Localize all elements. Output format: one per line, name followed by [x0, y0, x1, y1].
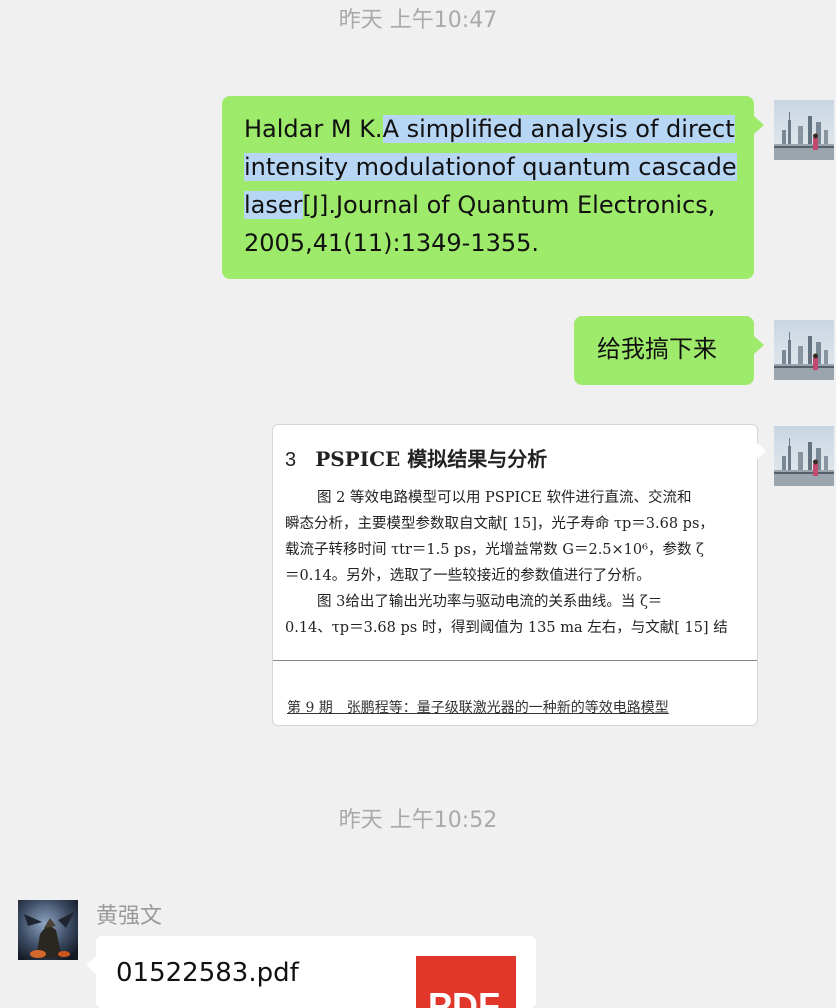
image-footer: 第 9 期 张鹏程等：量子级联激光器的一种新的等效电路模型: [287, 700, 669, 716]
paragraph-line: 图 2 等效电路模型可以用 PSPICE 软件进行直流、交流和: [317, 490, 692, 506]
paragraph-line: 图 3给出了输出光功率与驱动电流的关系曲线。当 ζ＝: [317, 594, 663, 610]
own-avatar[interactable]: [774, 320, 834, 380]
own-avatar[interactable]: [774, 426, 834, 486]
image-paragraph: 图 2 等效电路模型可以用 PSPICE 软件进行直流、交流和 瞬态分析，主要模…: [285, 485, 747, 641]
sender-avatar[interactable]: [18, 900, 78, 960]
selected-text: A simplified analysis of direct: [382, 115, 735, 143]
message-text: [J].Journal of Quantum Electronics,: [302, 191, 716, 219]
message-text: 2005,41(11):1349-1355.: [244, 229, 540, 257]
message-text: 给我搞下来: [597, 335, 717, 363]
skyline-avatar-image: [774, 426, 834, 486]
image-heading: 3 PSPICE 模拟结果与分析: [285, 443, 547, 472]
knight-avatar-image: [18, 900, 78, 960]
sender-name: 黄强文: [96, 904, 163, 929]
paragraph-line: ＝0.14。另外，选取了一些较接近的参数值进行了分析。: [285, 568, 651, 584]
skyline-avatar-image: [774, 320, 834, 380]
heading-title: PSPICE 模拟结果与分析: [315, 447, 548, 471]
message-line: laser[J].Journal of Quantum Electronics,: [244, 186, 754, 224]
own-avatar[interactable]: [774, 100, 834, 160]
message-line: Haldar M K.A simplified analysis of dire…: [244, 110, 754, 148]
image-message[interactable]: 3 PSPICE 模拟结果与分析 图 2 等效电路模型可以用 PSPICE 软件…: [272, 424, 758, 726]
paragraph-line: 0.14、τp＝3.68 ps 时，得到阈值为 135 ma 左右，与文献[ 1…: [285, 620, 728, 636]
message-bubble-request[interactable]: 给我搞下来: [574, 316, 764, 385]
paragraph-line: 载流子转移时间 τtr＝1.5 ps，光增益常数 G＝2.5×10⁶，参数 ζ: [285, 542, 704, 558]
message-line: intensity modulationof quantum cascade: [244, 148, 754, 186]
pdf-file-icon: PDF: [416, 956, 516, 1008]
paragraph-line: 瞬态分析，主要模型参数取自文献[ 15]，光子寿命 τp＝3.68 ps，: [285, 516, 714, 532]
message-text: Haldar M K.: [244, 115, 383, 143]
heading-number: 3: [285, 449, 297, 471]
message-bubble-citation[interactable]: Haldar M K.A simplified analysis of dire…: [222, 96, 764, 279]
selected-text: intensity modulationof quantum cascade: [244, 153, 737, 181]
file-name: 01522583.pdf: [116, 958, 299, 988]
bubble-arrow: [756, 442, 766, 460]
timestamp: 昨天 上午10:52: [338, 808, 498, 833]
file-message[interactable]: 01522583.pdf PDF: [86, 936, 536, 1008]
selected-text: laser: [244, 191, 303, 219]
timestamp: 昨天 上午10:47: [338, 8, 498, 33]
pdf-icon-label: PDF: [428, 985, 500, 1008]
message-line: 2005,41(11):1349-1355.: [244, 224, 754, 262]
divider: [273, 660, 757, 661]
skyline-avatar-image: [774, 100, 834, 160]
